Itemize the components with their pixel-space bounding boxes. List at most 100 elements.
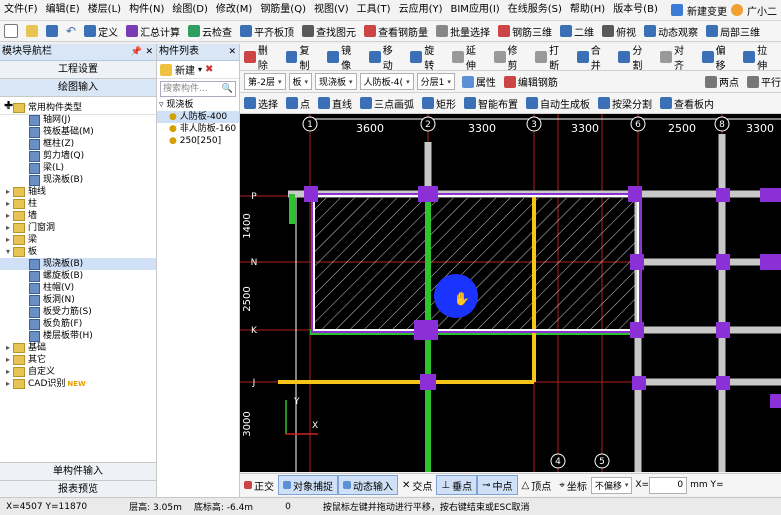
toolbar1-button[interactable]: 云检查 xyxy=(184,22,236,40)
new-change-button[interactable]: 新建变更 xyxy=(687,3,727,18)
layer-select[interactable]: 分层1 ▾ xyxy=(416,73,455,90)
tree-folder[interactable]: ▸ 基础 xyxy=(0,342,156,354)
tree-folder[interactable]: ▸ 墙 xyxy=(0,210,156,222)
modify-button[interactable]: 合并 xyxy=(573,46,615,72)
modify-button[interactable]: 删除 xyxy=(240,46,282,72)
subtype-select[interactable]: 现浇板 ▾ xyxy=(315,73,357,90)
menu-item[interactable]: 云应用(Y) xyxy=(395,0,447,20)
tree-item[interactable]: 梁(L) xyxy=(0,162,156,174)
draw-button[interactable]: 矩形 xyxy=(418,94,460,112)
offset-select[interactable]: 不偏移 ▾ xyxy=(590,476,633,494)
draw-button[interactable]: 自动生成板 xyxy=(522,94,594,112)
toolbar1-button[interactable]: 局部三维 xyxy=(702,22,764,40)
tree-item[interactable]: 板洞(N) xyxy=(0,294,156,306)
parallel-button[interactable]: 平行 xyxy=(743,73,781,91)
project-settings-button[interactable]: 工程设置 xyxy=(0,61,156,79)
tree-item[interactable]: 筏板基础(M) xyxy=(0,126,156,138)
x-input[interactable]: 0 xyxy=(649,476,688,494)
menu-item[interactable]: BIM应用(I) xyxy=(447,0,504,20)
tree-folder[interactable]: ▸ 柱 xyxy=(0,198,156,210)
toolbar1-button[interactable]: 定义 xyxy=(80,22,122,40)
menu-item[interactable]: 文件(F) xyxy=(0,0,42,20)
properties-button[interactable]: 属性 xyxy=(458,73,500,91)
delete-icon[interactable]: ✖ xyxy=(205,64,213,75)
modify-button[interactable]: 对齐 xyxy=(656,46,698,72)
tree-item[interactable]: 剪力墙(Q) xyxy=(0,150,156,162)
dropdown-icon[interactable]: ▾ xyxy=(198,65,202,74)
report-preview-button[interactable]: 报表预览 xyxy=(0,480,156,498)
tree-folder[interactable]: ▾ 常用构件类型 xyxy=(0,102,156,114)
dynamic-input-toggle[interactable]: 动态输入 xyxy=(338,475,398,495)
tree-item[interactable]: 轴网(J) xyxy=(0,114,156,126)
list-item[interactable]: ● 非人防板-160 xyxy=(157,123,239,135)
modify-button[interactable]: 偏移 xyxy=(698,46,740,72)
list-group[interactable]: ▿ 现浇板 xyxy=(157,99,239,111)
user-name[interactable]: 广小二 xyxy=(747,3,777,18)
draw-button[interactable]: 查看板内 xyxy=(656,94,718,112)
toolbar1-button[interactable]: 查看钢筋量 xyxy=(360,22,432,40)
draw-button[interactable]: 按梁分割 xyxy=(594,94,656,112)
menu-item[interactable]: 钢筋量(Q) xyxy=(256,0,310,20)
component-select[interactable]: 人防板-4(▾ xyxy=(359,73,414,90)
toolbar1-button[interactable]: 动态观察 xyxy=(640,22,702,40)
tree-folder[interactable]: ▸ 轴线 xyxy=(0,186,156,198)
save-button[interactable] xyxy=(42,22,62,40)
menu-item[interactable]: 楼层(L) xyxy=(84,0,125,20)
tree-item[interactable]: 现浇板(B) xyxy=(0,174,156,186)
toolbar1-button[interactable]: 二维 xyxy=(556,22,598,40)
tree-folder[interactable]: ▸ 门窗洞 xyxy=(0,222,156,234)
tree-folder[interactable]: ▸ 自定义 xyxy=(0,366,156,378)
menu-item[interactable]: 在线服务(S) xyxy=(504,0,566,20)
midpoint-toggle[interactable]: ⊸ 中点 xyxy=(477,475,518,495)
open-file-button[interactable] xyxy=(22,22,42,40)
edit-rebar-button[interactable]: 编辑钢筋 xyxy=(500,73,562,91)
modify-button[interactable]: 移动 xyxy=(365,46,407,72)
single-input-button[interactable]: 单构件输入 xyxy=(0,462,156,480)
new-file-button[interactable] xyxy=(0,22,22,40)
category-select[interactable]: 板 ▾ xyxy=(288,73,313,90)
list-item[interactable]: ● 人防板-400 xyxy=(157,111,239,123)
draw-button[interactable]: 三点画弧 xyxy=(356,94,418,112)
modify-button[interactable]: 延伸 xyxy=(448,46,490,72)
tree-item[interactable]: 板负筋(F) xyxy=(0,318,156,330)
menu-item[interactable]: 编辑(E) xyxy=(42,0,84,20)
tree-item[interactable]: 楼层板带(H) xyxy=(0,330,156,342)
modify-button[interactable]: 旋转 xyxy=(406,46,448,72)
ortho-toggle[interactable]: 正交 xyxy=(240,476,278,494)
modify-button[interactable]: 分割 xyxy=(614,46,656,72)
tree-item[interactable]: 现浇板(B) xyxy=(0,258,156,270)
object-snap-toggle[interactable]: 对象捕捉 xyxy=(278,475,338,495)
tree-item[interactable]: 框柱(Z) xyxy=(0,138,156,150)
drawing-svg[interactable]: 3600 3300 3300 2500 3300 1 2 3 6 8 4 5 P… xyxy=(240,114,781,472)
floor-select[interactable]: 第-2层 ▾ xyxy=(244,73,286,90)
tree-item[interactable]: 柱帽(V) xyxy=(0,282,156,294)
tree-folder[interactable]: ▸ 其它 xyxy=(0,354,156,366)
new-component-button[interactable]: 新建 xyxy=(175,62,195,77)
toolbar1-button[interactable]: 俯视 xyxy=(598,22,640,40)
search-input[interactable]: 搜索构件... 🔍 xyxy=(160,81,236,97)
draw-button[interactable]: 点 xyxy=(282,94,314,112)
list-item[interactable]: ● 250[250] xyxy=(157,135,239,147)
tree-folder[interactable]: ▸ 梁 xyxy=(0,234,156,246)
two-points-button[interactable]: 两点 xyxy=(701,73,743,91)
tree-folder[interactable]: ▸ CAD识别 NEW xyxy=(0,378,156,390)
menu-item[interactable]: 工具(T) xyxy=(353,0,395,20)
tree-folder[interactable]: ▾ 板 xyxy=(0,246,156,258)
drawing-input-button[interactable]: 绘图输入 xyxy=(0,79,156,97)
pin-icon[interactable]: 📌 xyxy=(131,44,142,60)
vertex-toggle[interactable]: △ 顶点 xyxy=(518,476,556,494)
toolbar1-button[interactable]: 汇总计算 xyxy=(122,22,184,40)
menu-item[interactable]: 视图(V) xyxy=(310,0,353,20)
coord-toggle[interactable]: ⌖ 坐标 xyxy=(555,476,591,494)
undo-button[interactable]: ↶ xyxy=(62,22,80,40)
draw-button[interactable]: 智能布置 xyxy=(460,94,522,112)
modify-button[interactable]: 打断 xyxy=(531,46,573,72)
tree-item[interactable]: 板受力筋(S) xyxy=(0,306,156,318)
modify-button[interactable]: 拉伸 xyxy=(739,46,781,72)
slab-hatch[interactable] xyxy=(314,198,640,330)
perpendicular-toggle[interactable]: ⊥ 垂点 xyxy=(436,475,478,495)
modify-button[interactable]: 修剪 xyxy=(490,46,532,72)
draw-button[interactable]: 选择 xyxy=(240,94,282,112)
drawing-canvas[interactable]: 3600 3300 3300 2500 3300 1 2 3 6 8 4 5 P… xyxy=(240,114,781,472)
modify-button[interactable]: 复制 xyxy=(282,46,324,72)
